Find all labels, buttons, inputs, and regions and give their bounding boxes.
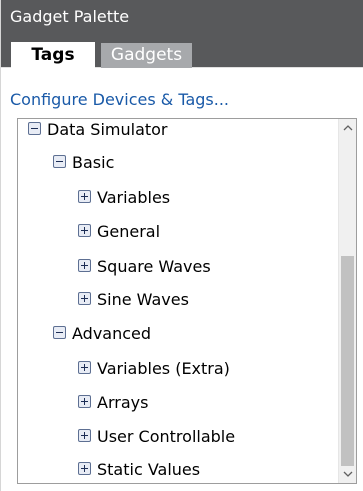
plus-box-icon[interactable] (78, 462, 91, 475)
tree-node-label: Basic (72, 153, 115, 172)
plus-box-icon[interactable] (78, 361, 91, 374)
tree-node-general[interactable]: General (78, 221, 160, 243)
tree-node-variables-extra[interactable]: Variables (Extra) (78, 358, 230, 380)
tree-node-label: Variables (Extra) (97, 359, 230, 378)
tree-node-advanced[interactable]: Advanced (53, 323, 151, 345)
tree-node-label: Sine Waves (97, 290, 189, 309)
tree-node-label: Data Simulator (47, 120, 168, 139)
tree-node-label: Static Values (97, 460, 201, 479)
plus-box-icon[interactable] (78, 224, 91, 237)
tree-node-square-waves[interactable]: Square Waves (78, 256, 211, 278)
tag-tree-list: Data Simulator Basic Variables General S… (18, 119, 338, 483)
tab-tags[interactable]: Tags (11, 42, 95, 69)
minus-box-icon[interactable] (53, 155, 66, 168)
tree-node-static-values[interactable]: Static Values (78, 459, 200, 481)
chevron-up-icon[interactable] (339, 119, 356, 137)
tree-node-basic[interactable]: Basic (53, 152, 114, 174)
tree-node-label: General (97, 222, 161, 241)
tab-gadgets[interactable]: Gadgets (101, 43, 192, 68)
plus-box-icon[interactable] (78, 190, 91, 203)
chevron-down-icon[interactable] (339, 465, 356, 483)
scrollbar-thumb[interactable] (341, 256, 354, 466)
minus-box-icon[interactable] (53, 326, 66, 339)
tree-node-data-simulator[interactable]: Data Simulator (28, 119, 168, 141)
tab-strip: Tags Gadgets (1, 33, 363, 69)
tree-node-label: User Controllable (97, 427, 236, 446)
tree-node-variables[interactable]: Variables (78, 187, 170, 209)
plus-box-icon[interactable] (78, 429, 91, 442)
tree-node-label: Advanced (72, 324, 152, 343)
tag-tree: Data Simulator Basic Variables General S… (17, 118, 357, 484)
tree-node-sine-waves[interactable]: Sine Waves (78, 289, 189, 311)
tree-node-user-controllable[interactable]: User Controllable (78, 426, 235, 448)
gadget-palette-panel: Gadget Palette Tags Gadgets Configure De… (0, 0, 363, 491)
plus-box-icon[interactable] (78, 292, 91, 305)
minus-box-icon[interactable] (28, 122, 41, 135)
plus-box-icon[interactable] (78, 395, 91, 408)
tree-scrollbar[interactable] (338, 119, 356, 483)
tree-node-label: Arrays (97, 393, 149, 412)
tree-node-arrays[interactable]: Arrays (78, 392, 148, 414)
tree-node-label: Variables (97, 188, 171, 207)
configure-devices-tags-link[interactable]: Configure Devices & Tags... (10, 90, 229, 109)
panel-title: Gadget Palette (1, 0, 363, 33)
plus-box-icon[interactable] (78, 259, 91, 272)
tree-node-label: Square Waves (97, 257, 211, 276)
